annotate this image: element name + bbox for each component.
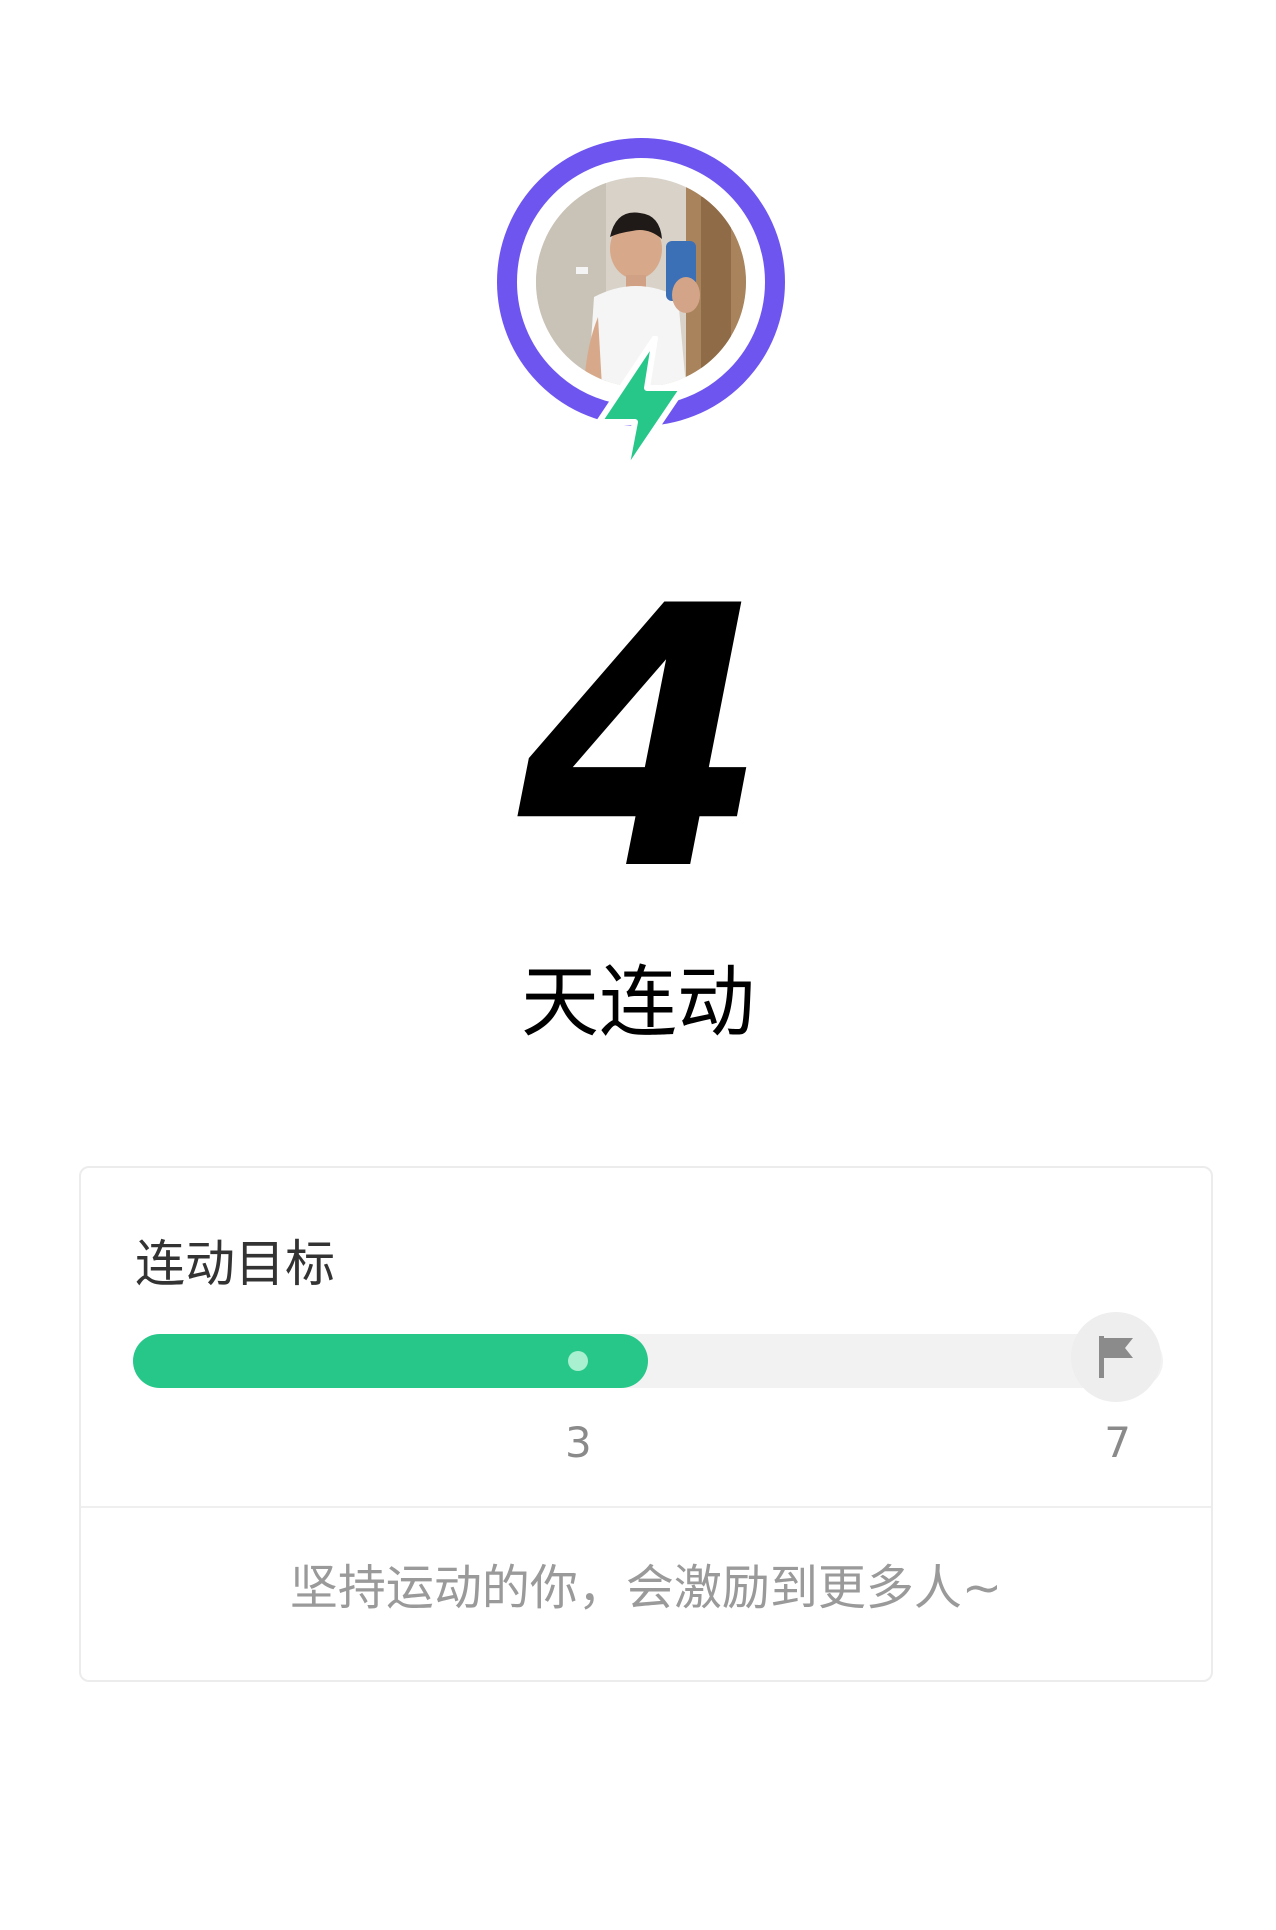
goal-flag-badge xyxy=(1071,1312,1161,1402)
avatar[interactable] xyxy=(495,136,787,476)
flag-icon xyxy=(1099,1336,1133,1378)
card-divider xyxy=(81,1506,1211,1508)
target-day-tick: 7 xyxy=(1104,1418,1131,1467)
current-day-tick: 3 xyxy=(565,1418,592,1467)
goal-progress-track xyxy=(133,1334,1163,1388)
streak-goal-card[interactable]: 连动目标 3 7 坚持运动的你，会激励到更多人~ xyxy=(79,1166,1213,1682)
motivation-text: 坚持运动的你，会激励到更多人~ xyxy=(289,1560,1003,1616)
goal-title: 连动目标 xyxy=(135,1235,335,1293)
lightning-bolt-icon xyxy=(596,336,686,476)
streak-days-label: 天连动 xyxy=(520,958,755,1048)
streak-days-number: 4 xyxy=(517,530,769,949)
